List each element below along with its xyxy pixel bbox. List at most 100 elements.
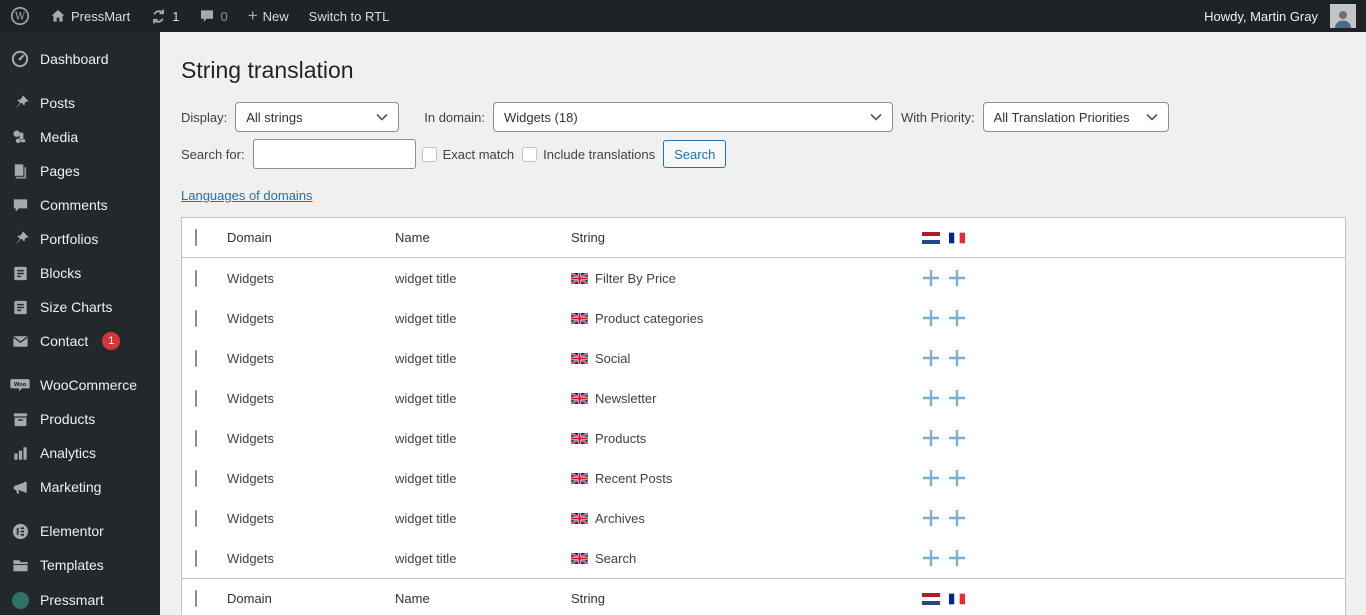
column-footer-domain: Domain bbox=[227, 591, 272, 606]
row-checkbox[interactable] bbox=[195, 269, 197, 287]
add-dutch-translation-icon[interactable] bbox=[918, 469, 944, 487]
bar-chart-icon bbox=[10, 443, 30, 463]
table-footer-row: Domain Name String bbox=[182, 578, 1345, 615]
add-dutch-translation-icon[interactable] bbox=[918, 509, 944, 527]
sidebar-item-media[interactable]: Media bbox=[0, 120, 160, 154]
sidebar-item-pages[interactable]: Pages bbox=[0, 154, 160, 188]
english-flag-icon bbox=[571, 472, 588, 484]
add-french-translation-icon[interactable] bbox=[944, 469, 970, 487]
updates-indicator[interactable]: 1 bbox=[140, 0, 189, 32]
woocommerce-icon: Woo bbox=[10, 375, 30, 395]
sidebar-item-marketing[interactable]: Marketing bbox=[0, 470, 160, 504]
row-checkbox[interactable] bbox=[195, 549, 197, 567]
row-name: widget title bbox=[395, 270, 457, 286]
sidebar-item-woocommerce[interactable]: Woo WooCommerce bbox=[0, 368, 160, 402]
exact-match-label: Exact match bbox=[442, 146, 515, 162]
column-header-string: String bbox=[571, 230, 605, 245]
media-icon bbox=[10, 127, 30, 147]
include-translations-label: Include translations bbox=[543, 146, 656, 162]
sidebar-item-comments[interactable]: Comments bbox=[0, 188, 160, 222]
row-name: widget title bbox=[395, 310, 457, 326]
sidebar-item-products[interactable]: Products bbox=[0, 402, 160, 436]
english-flag-icon bbox=[571, 432, 588, 444]
sidebar-item-label: Media bbox=[40, 129, 79, 145]
add-french-translation-icon[interactable] bbox=[944, 269, 970, 287]
sidebar-item-pressmart[interactable]: Pressmart bbox=[0, 583, 160, 615]
row-name: widget title bbox=[395, 350, 457, 366]
sidebar-item-analytics[interactable]: Analytics bbox=[0, 436, 160, 470]
add-dutch-translation-icon[interactable] bbox=[918, 429, 944, 447]
add-french-translation-icon[interactable] bbox=[944, 309, 970, 327]
howdy-text: Howdy, Martin Gray bbox=[1204, 8, 1318, 24]
row-checkbox[interactable] bbox=[195, 389, 197, 407]
row-checkbox[interactable] bbox=[195, 429, 197, 447]
sidebar-item-contact[interactable]: Contact 1 bbox=[0, 324, 160, 358]
priority-select-value: All Translation Priorities bbox=[993, 109, 1130, 125]
sidebar-item-elementor[interactable]: Elementor bbox=[0, 514, 160, 548]
svg-text:Woo: Woo bbox=[14, 381, 27, 387]
sidebar-item-templates[interactable]: Templates bbox=[0, 548, 160, 582]
table-row: Widgets widget title Recent Posts bbox=[182, 458, 1345, 498]
add-french-translation-icon[interactable] bbox=[944, 549, 970, 567]
megaphone-icon bbox=[10, 477, 30, 497]
priority-select[interactable]: All Translation Priorities bbox=[982, 102, 1169, 132]
domain-select[interactable]: Widgets (18) bbox=[492, 102, 893, 132]
row-domain: Widgets bbox=[227, 390, 274, 406]
select-all-checkbox[interactable] bbox=[195, 229, 197, 246]
row-checkbox[interactable] bbox=[195, 469, 197, 487]
sidebar-item-label: Portfolios bbox=[40, 231, 99, 247]
wordpress-logo-icon[interactable]: W bbox=[0, 0, 40, 32]
site-menu[interactable]: PressMart bbox=[40, 0, 140, 32]
table-row: Widgets widget title Social bbox=[182, 338, 1345, 378]
sidebar-item-label: Products bbox=[40, 411, 96, 427]
languages-of-domains-link[interactable]: Languages of domains bbox=[181, 188, 313, 203]
search-button[interactable]: Search bbox=[663, 140, 727, 168]
row-string: Social bbox=[595, 350, 631, 366]
sidebar-item-posts[interactable]: Posts bbox=[0, 86, 160, 120]
add-french-translation-icon[interactable] bbox=[944, 389, 970, 407]
plus-icon: + bbox=[247, 5, 258, 25]
chevron-down-icon bbox=[870, 113, 882, 121]
row-domain: Widgets bbox=[227, 550, 274, 566]
add-dutch-translation-icon[interactable] bbox=[918, 549, 944, 567]
row-name: widget title bbox=[395, 510, 457, 526]
display-select[interactable]: All strings bbox=[235, 102, 400, 132]
switch-to-rtl-link[interactable]: Switch to RTL bbox=[299, 0, 400, 32]
sidebar-item-label: Analytics bbox=[40, 445, 97, 461]
row-string: Product categories bbox=[595, 310, 704, 326]
sidebar-item-blocks[interactable]: Blocks bbox=[0, 256, 160, 290]
row-domain: Widgets bbox=[227, 270, 274, 286]
sidebar-item-size-charts[interactable]: Size Charts bbox=[0, 290, 160, 324]
search-input[interactable] bbox=[252, 139, 416, 169]
row-checkbox[interactable] bbox=[195, 509, 197, 527]
add-dutch-translation-icon[interactable] bbox=[918, 309, 944, 327]
pushpin-icon bbox=[10, 93, 30, 113]
english-flag-icon bbox=[571, 272, 588, 284]
add-dutch-translation-icon[interactable] bbox=[918, 269, 944, 287]
filter-row-display: Display: All strings In domain: Widgets … bbox=[181, 102, 1346, 132]
pushpin-icon bbox=[10, 229, 30, 249]
dashboard-icon bbox=[10, 49, 30, 69]
row-checkbox[interactable] bbox=[195, 349, 197, 367]
table-row: Widgets widget title Filter By Price bbox=[182, 258, 1345, 298]
add-dutch-translation-icon[interactable] bbox=[918, 389, 944, 407]
add-french-translation-icon[interactable] bbox=[944, 429, 970, 447]
add-french-translation-icon[interactable] bbox=[944, 349, 970, 367]
account-menu[interactable]: Howdy, Martin Gray bbox=[1194, 0, 1366, 32]
chevron-down-icon bbox=[1146, 113, 1158, 121]
include-translations-checkbox[interactable] bbox=[522, 146, 538, 162]
row-checkbox[interactable] bbox=[195, 309, 197, 327]
update-icon bbox=[153, 9, 165, 23]
sidebar-item-portfolios[interactable]: Portfolios bbox=[0, 222, 160, 256]
sidebar-item-label: Pressmart bbox=[40, 592, 104, 608]
sidebar-item-label: Elementor bbox=[40, 523, 104, 539]
add-french-translation-icon[interactable] bbox=[944, 509, 970, 527]
exact-match-checkbox[interactable] bbox=[421, 146, 437, 162]
page-title: String translation bbox=[181, 57, 354, 83]
select-all-checkbox[interactable] bbox=[195, 590, 197, 607]
sidebar: Dashboard Posts Media Pages Comments Por… bbox=[0, 32, 160, 615]
add-dutch-translation-icon[interactable] bbox=[918, 349, 944, 367]
new-content-menu[interactable]: + New bbox=[238, 0, 299, 32]
comments-indicator[interactable]: 0 bbox=[189, 0, 237, 32]
sidebar-item-dashboard[interactable]: Dashboard bbox=[0, 42, 160, 76]
